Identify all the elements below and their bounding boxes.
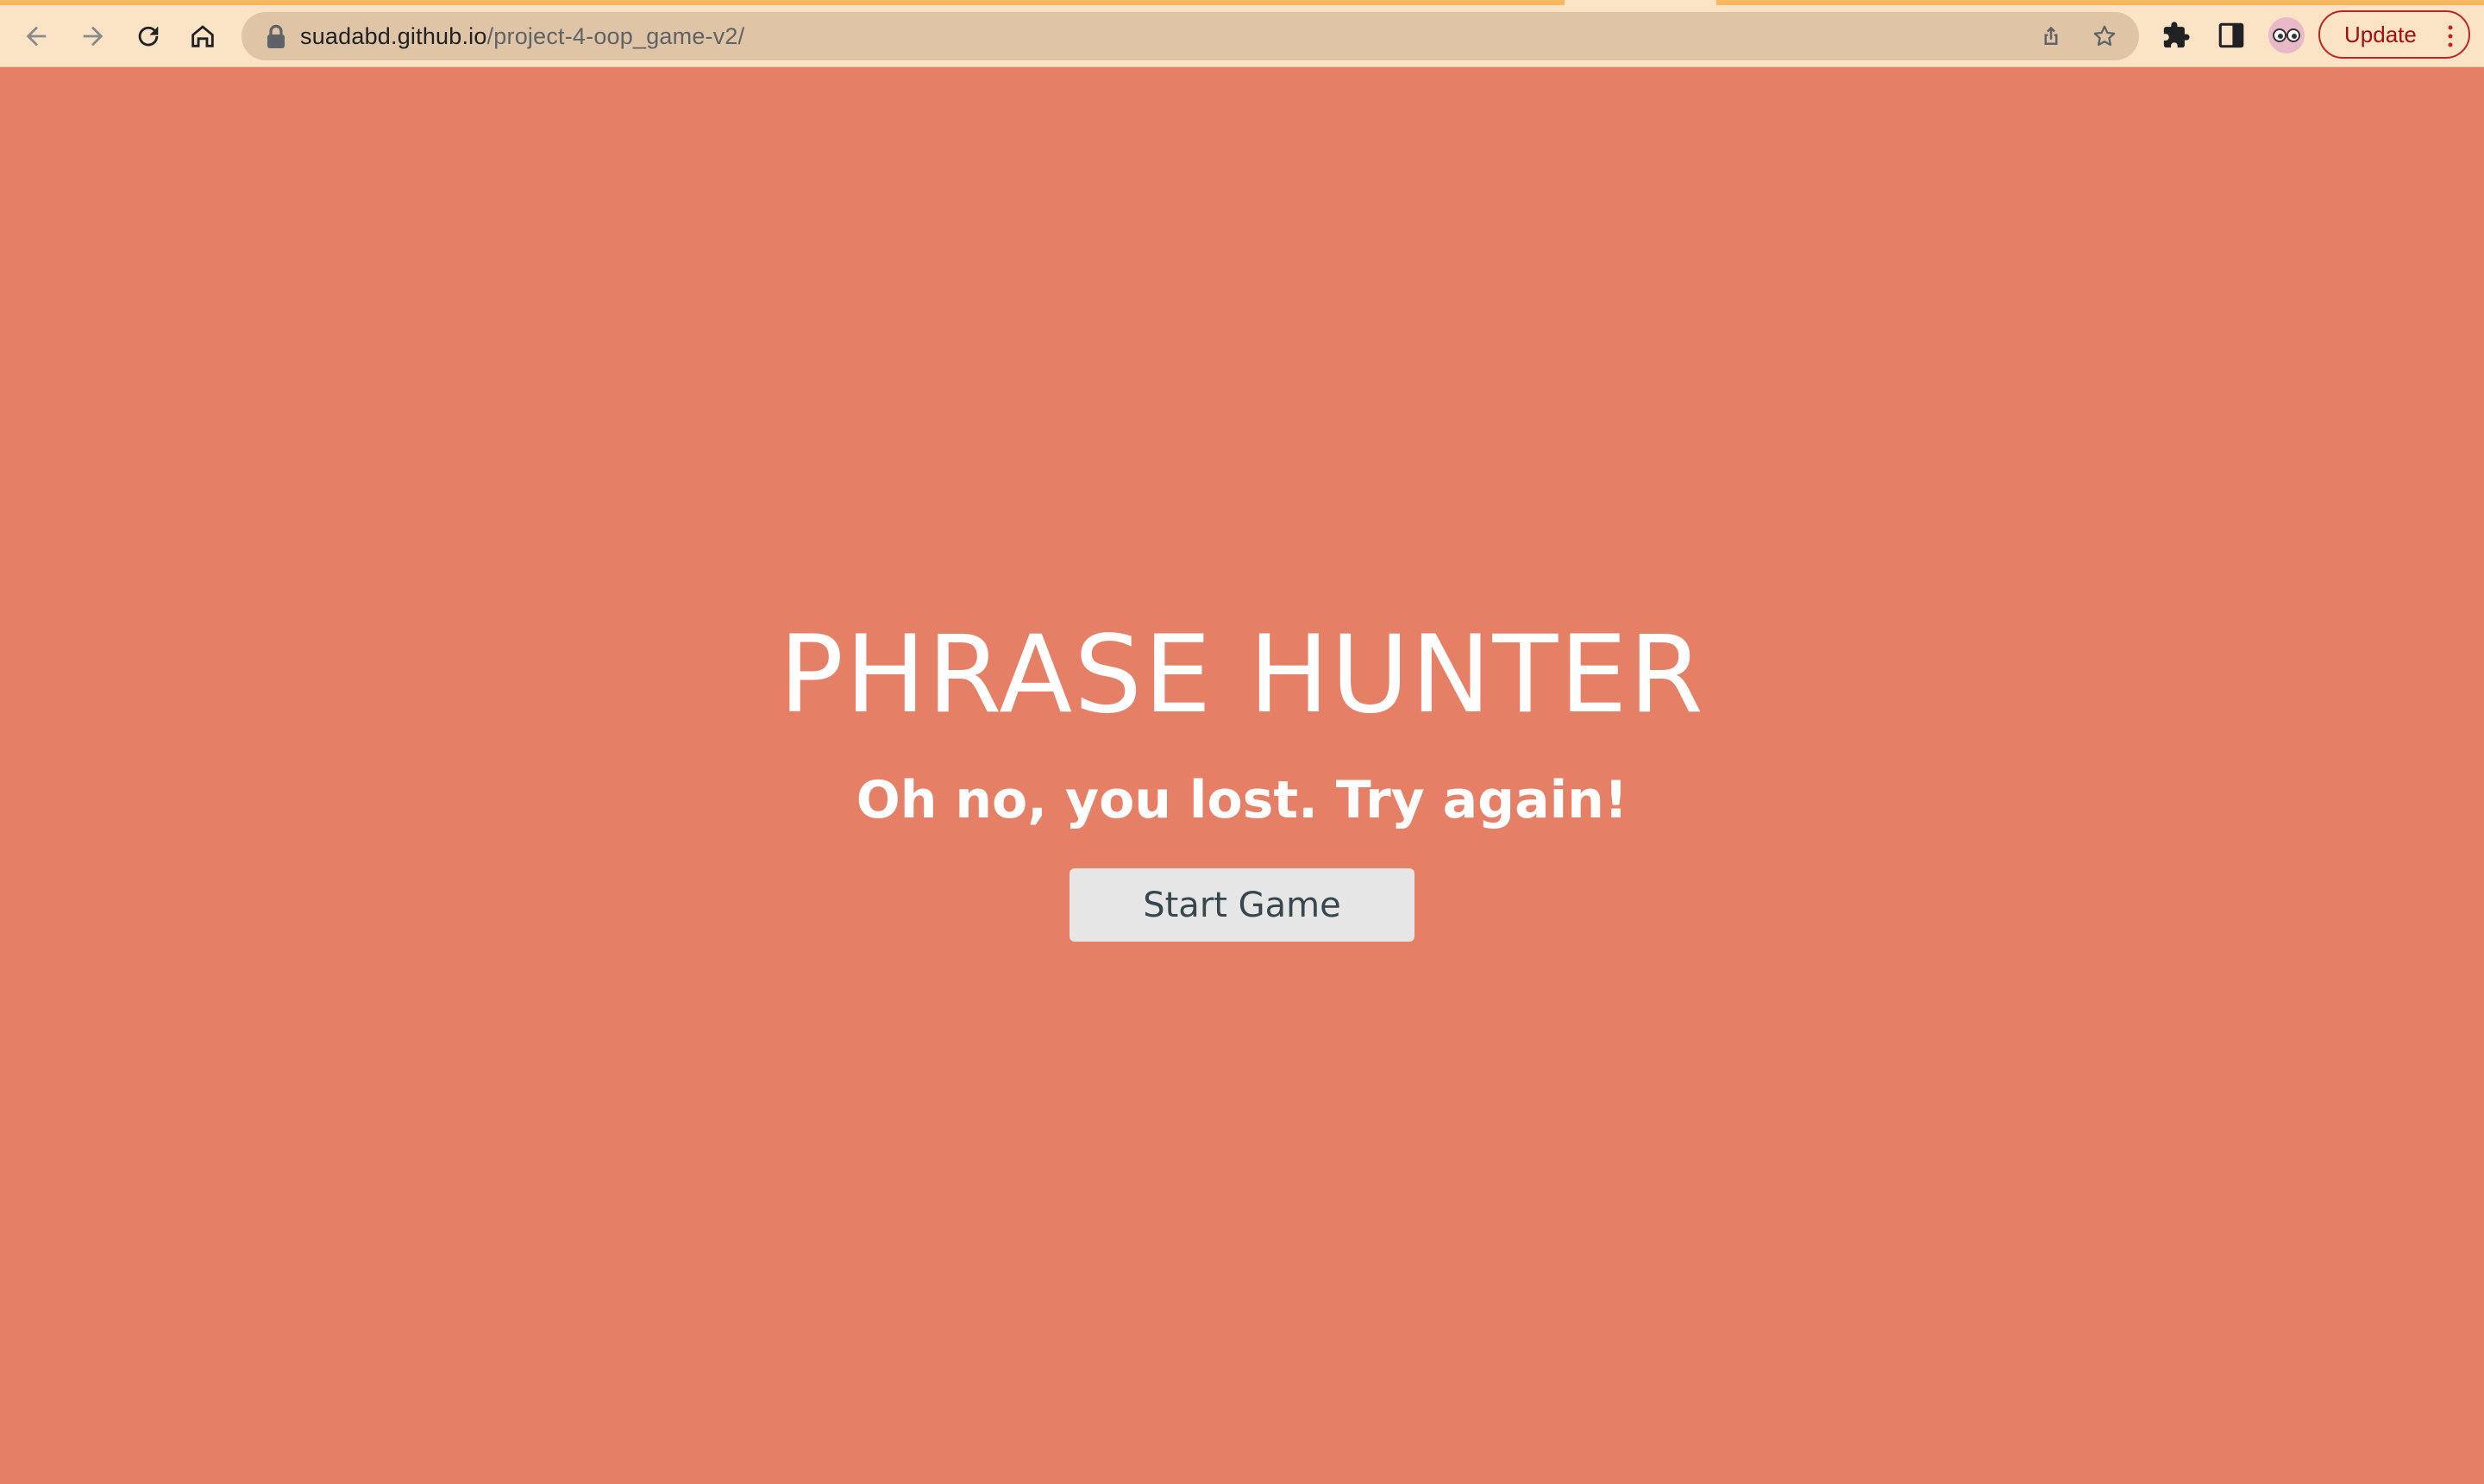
side-panel-icon [2218,22,2244,48]
url-host: suadabd.github.io [300,23,487,49]
url-text[interactable]: suadabd.github.io/project-4-oop_game-v2/ [300,12,744,60]
game-over-message: Oh no, you lost. Try again! [856,770,1628,830]
profile-avatar[interactable] [2268,17,2305,53]
loading-progress-bar [0,0,1565,5]
browser-toolbar: suadabd.github.io/project-4-oop_game-v2/… [0,0,2484,67]
extensions-puzzle-icon [2163,22,2190,48]
back-arrow-icon [26,26,47,47]
side-panel-button[interactable] [2211,16,2251,55]
loading-progress-bar-segment [1716,0,2484,5]
update-button-label: Update [2344,21,2417,47]
more-vert-icon [2448,25,2453,47]
bookmark-star-button[interactable] [2089,21,2120,52]
lock-icon [267,24,285,48]
extensions-button[interactable] [2156,16,2196,55]
star-icon [2093,25,2116,47]
start-game-button[interactable]: Start Game [1070,868,1414,942]
profile-avatar-icon [2273,28,2300,42]
game-title: PHRASE HUNTER [779,613,1705,737]
forward-button[interactable] [71,14,116,59]
reload-icon [138,26,159,47]
update-button[interactable]: Update [2318,10,2470,59]
back-button[interactable] [14,14,59,59]
share-icon [2044,26,2058,45]
address-bar[interactable]: suadabd.github.io/project-4-oop_game-v2/ [242,12,2139,60]
forward-arrow-icon [83,26,104,47]
reload-button[interactable] [126,14,171,59]
share-button[interactable] [2036,21,2067,52]
home-icon [191,25,214,47]
home-button[interactable] [180,14,225,59]
url-path: /project-4-oop_game-v2/ [486,23,745,49]
start-overlay: PHRASE HUNTER Oh no, you lost. Try again… [0,67,2484,1484]
